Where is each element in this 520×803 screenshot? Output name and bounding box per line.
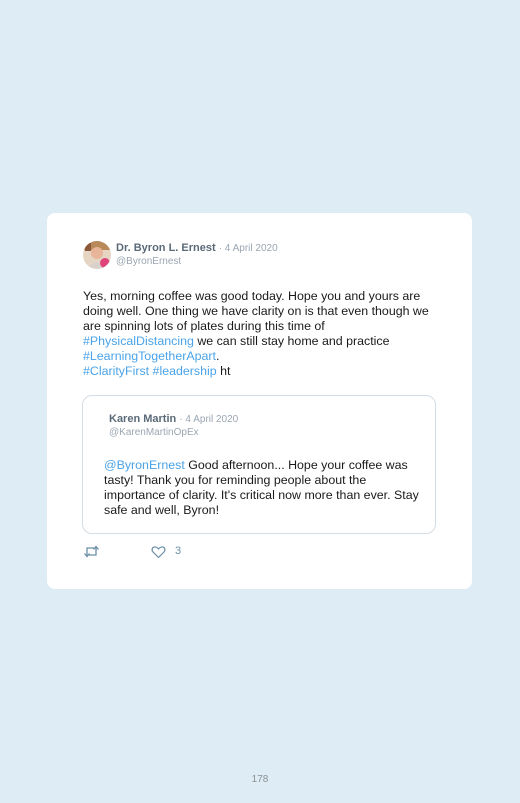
like-count: 3 [175,545,182,557]
heart-icon[interactable] [151,545,166,559]
author-name[interactable]: Dr. Byron L. Ernest · 4 April 2020 [116,242,278,254]
quote-author-name[interactable]: Karen Martin · 4 April 2020 [109,413,238,425]
quote-date: · 4 April 2020 [179,414,239,425]
tweet-actions: 3 [83,544,283,560]
quote-text: @ByronErnest Good afternoon... Hope your… [104,458,419,517]
author-avatar[interactable] [83,241,111,269]
quote-author-handle[interactable]: @KarenMartinOpEx [109,427,199,438]
hashtag-link[interactable]: #leadership [153,364,217,378]
tweet-card: Dr. Byron L. Ernest · 4 April 2020 @Byro… [47,213,472,589]
page-number: 178 [251,774,269,785]
hashtag-link[interactable]: #PhysicalDistancing [83,334,194,348]
mention-link[interactable]: @ByronErnest [104,458,185,472]
quoted-tweet[interactable]: Karen Martin · 4 April 2020 @KarenMartin… [82,395,436,534]
tweet-date: · 4 April 2020 [218,243,278,254]
tweet-text: Yes, morning coffee was good today. Hope… [83,289,429,378]
hashtag-link[interactable]: #LearningTogetherApart [83,349,216,363]
author-handle[interactable]: @ByronErnest [116,256,181,267]
retweet-icon[interactable] [83,544,100,559]
hashtag-link[interactable]: #ClarityFirst [83,364,149,378]
